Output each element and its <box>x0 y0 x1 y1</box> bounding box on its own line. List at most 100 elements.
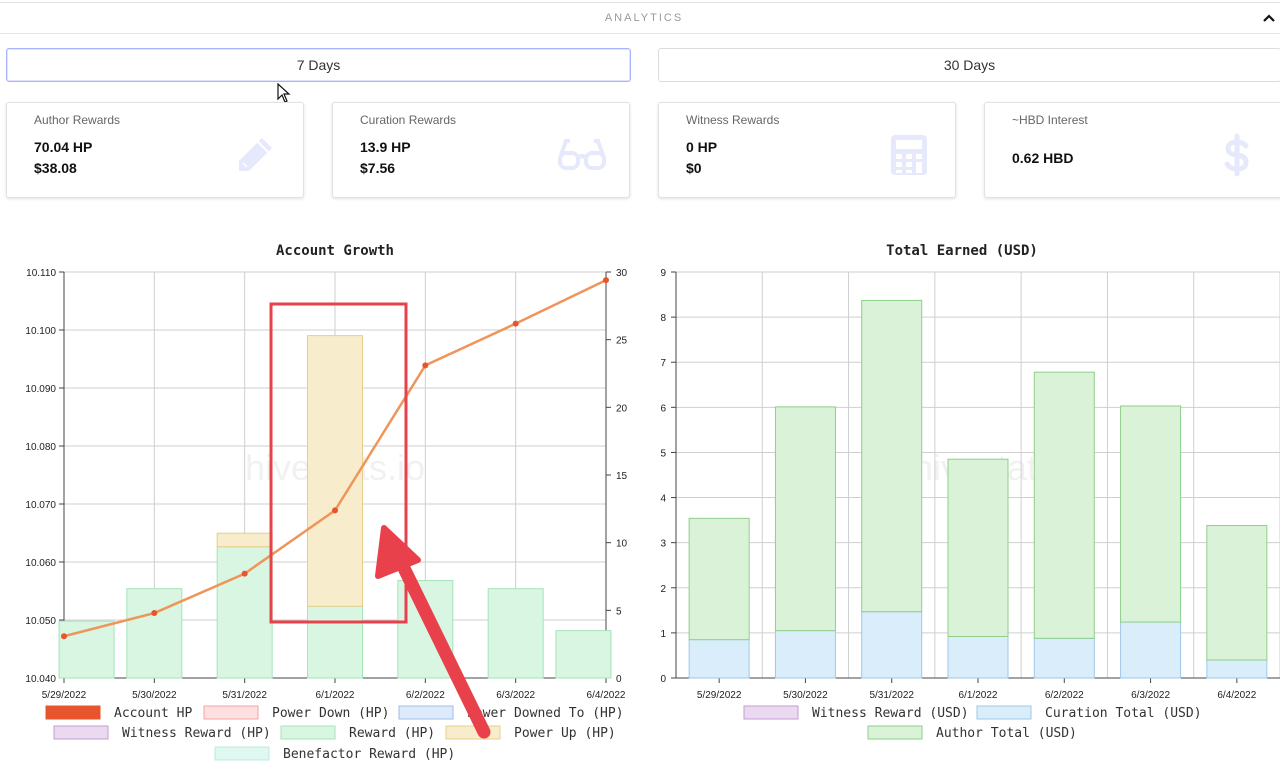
legend-swatch <box>203 705 259 720</box>
analytics-header[interactable]: ANALYTICS <box>0 3 1280 34</box>
reward-bar <box>216 546 273 679</box>
curation-rewards-card: Curation Rewards 13.9 HP $7.56 <box>332 102 630 198</box>
chevron-up-icon[interactable] <box>1262 11 1276 25</box>
x-tick-label: 5/29/2022 <box>697 690 742 701</box>
legend-label: Account HP <box>114 706 192 721</box>
witness-rewards-card: Witness Rewards 0 HP $0 <box>658 102 956 198</box>
x-tick-label: 6/3/2022 <box>1131 690 1170 701</box>
dollar-icon <box>1224 133 1249 177</box>
x-tick-label: 6/2/2022 <box>406 690 445 701</box>
y-right-tick-label: 5 <box>616 606 622 617</box>
y-tick-label: 7 <box>660 358 666 369</box>
total-earned-chart: hivestats.io01234567895/29/20225/30/2022… <box>660 268 1280 741</box>
card-usd-value: $38.08 <box>34 160 77 176</box>
legend-label: Witness Reward (USD) <box>812 706 969 721</box>
author-rewards-card: Author Rewards 70.04 HP $38.08 <box>6 102 304 198</box>
y-right-tick-label: 30 <box>616 268 628 279</box>
author-bar <box>861 299 923 613</box>
legend-swatch <box>743 705 799 720</box>
y-left-tick-label: 10.110 <box>26 268 56 279</box>
y-tick-label: 6 <box>660 403 666 414</box>
reward-bar <box>126 588 183 679</box>
legend-label: Power Downed To (HP) <box>467 706 624 721</box>
chart-title-total-earned: Total Earned (USD) <box>886 243 1038 259</box>
y-tick-label: 5 <box>660 448 666 459</box>
reward-bar <box>307 605 363 679</box>
legend-label: Benefactor Reward (HP) <box>283 747 455 762</box>
x-tick-label: 5/30/2022 <box>132 690 177 701</box>
legend-swatch <box>280 725 336 740</box>
author-bar <box>774 406 836 632</box>
x-tick-label: 6/1/2022 <box>959 690 998 701</box>
card-hp-value: 0 HP <box>686 139 718 155</box>
y-tick-label: 1 <box>660 629 666 640</box>
legend-swatch <box>976 705 1032 720</box>
legend-swatch <box>867 725 923 740</box>
x-tick-label: 6/3/2022 <box>496 690 535 701</box>
section-title: ANALYTICS <box>604 12 684 24</box>
x-tick-label: 6/2/2022 <box>1045 690 1084 701</box>
curation-bar <box>1120 621 1182 679</box>
card-title: Curation Rewards <box>360 113 457 127</box>
author-bar <box>688 517 750 641</box>
x-tick-label: 5/30/2022 <box>783 690 828 701</box>
legend-label: Reward (HP) <box>349 726 435 741</box>
card-title: ~HBD Interest <box>1012 113 1088 127</box>
curation-bar <box>774 630 836 679</box>
card-hp-value: 13.9 HP <box>360 139 411 155</box>
account-hp-point <box>241 570 248 577</box>
chart-title-account-growth: Account Growth <box>275 243 394 259</box>
y-left-tick-label: 10.090 <box>25 384 56 395</box>
power-up-bar <box>216 532 273 548</box>
card-usd-value: $0 <box>686 160 702 176</box>
reward-bar <box>555 630 612 679</box>
y-tick-label: 0 <box>660 674 666 685</box>
y-tick-label: 2 <box>660 584 666 595</box>
card-hp-value: 70.04 HP <box>34 139 93 155</box>
legend-label: Author Total (USD) <box>936 726 1077 741</box>
x-tick-label: 6/1/2022 <box>316 690 355 701</box>
y-left-tick-label: 10.050 <box>25 616 56 627</box>
legend-label: Curation Total (USD) <box>1045 706 1202 721</box>
curation-bar <box>1033 637 1095 679</box>
curation-bar <box>688 639 750 679</box>
y-left-tick-label: 10.070 <box>25 500 56 511</box>
account-growth-chart: hivestats.io10.04010.05010.06010.07010.0… <box>25 268 628 762</box>
account-hp-point <box>512 320 519 327</box>
author-bar <box>947 458 1009 637</box>
curation-bar <box>947 635 1009 679</box>
author-bar <box>1033 371 1095 639</box>
y-right-tick-label: 15 <box>616 471 628 482</box>
x-tick-label: 6/4/2022 <box>1217 690 1256 701</box>
y-tick-label: 8 <box>660 313 666 324</box>
card-hbd-value: 0.62 HBD <box>1012 150 1074 166</box>
account-hp-point <box>422 362 429 369</box>
y-tick-label: 3 <box>660 539 666 550</box>
y-tick-label: 9 <box>660 268 666 279</box>
period-7-days-button[interactable]: 7 Days <box>6 48 631 82</box>
y-left-tick-label: 10.080 <box>25 442 56 453</box>
mouse-cursor-icon <box>277 83 291 103</box>
legend-label: Power Up (HP) <box>514 726 616 741</box>
x-tick-label: 6/4/2022 <box>587 690 626 701</box>
y-left-tick-label: 10.100 <box>25 326 56 337</box>
legend-swatch <box>445 725 501 740</box>
y-left-tick-label: 10.040 <box>25 674 56 685</box>
author-bar <box>1120 405 1182 623</box>
account-hp-point <box>332 507 338 514</box>
account-hp-point <box>151 610 158 617</box>
reward-bar <box>397 580 454 679</box>
glasses-icon <box>558 139 606 170</box>
reward-bar <box>487 588 544 679</box>
power-up-bar <box>307 335 363 607</box>
y-right-tick-label: 20 <box>616 403 628 414</box>
period-30-days-button[interactable]: 30 Days <box>658 48 1280 82</box>
hbd-interest-card: ~HBD Interest 0.62 HBD <box>984 102 1280 198</box>
legend-swatch <box>214 746 270 761</box>
account-hp-point <box>603 277 609 284</box>
card-title: Witness Rewards <box>686 113 780 127</box>
card-usd-value: $7.56 <box>360 160 396 176</box>
curation-bar <box>861 611 923 679</box>
legend-swatch <box>45 705 101 720</box>
y-right-tick-label: 10 <box>616 539 628 550</box>
